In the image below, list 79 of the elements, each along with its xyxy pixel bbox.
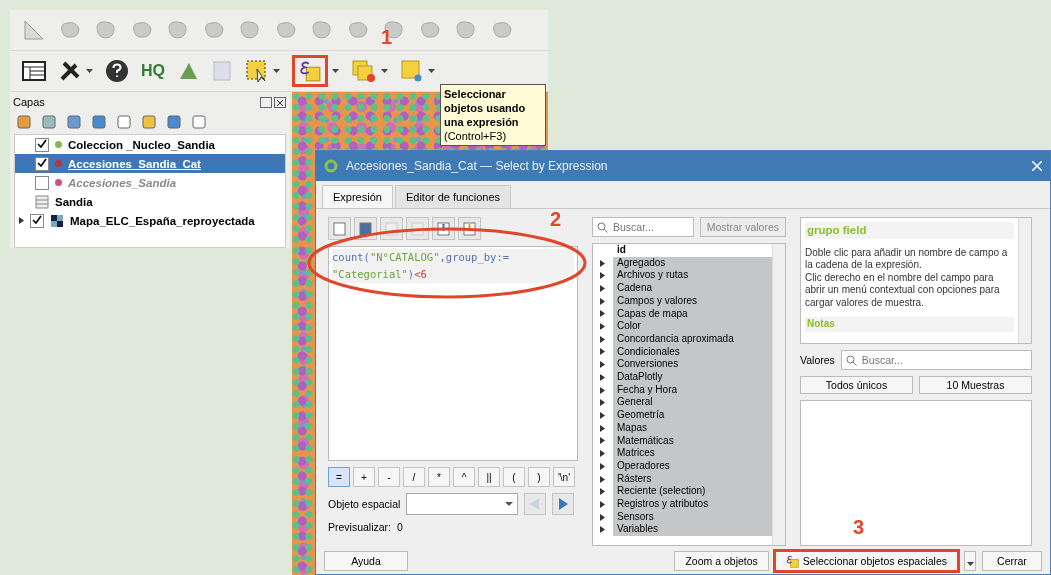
table-layer-icon [35,194,49,209]
field-label: Objeto espacial [328,498,401,510]
float-close-icons[interactable] [260,96,286,108]
panel-title: Capas [13,96,45,108]
dropdown-arrow-button[interactable] [964,551,976,571]
annotation-number: 2 [550,208,562,231]
left-arrow-icon [530,498,541,510]
select-by-expression-button[interactable] [292,55,328,87]
select-rectangle-icon[interactable] [245,59,269,83]
values-button[interactable]: 10 Muestras [919,376,1032,394]
forward-icon [385,221,398,236]
close-button[interactable]: Cerrar [982,551,1042,571]
tab[interactable]: Expresión [322,185,393,208]
caret-icon[interactable] [332,69,339,73]
help-title: grupo field [805,222,1014,239]
scrollbar[interactable] [1018,218,1031,343]
notes-heading: Notas [805,317,1014,332]
upload-icon [463,221,476,236]
scrollbar[interactable] [772,244,785,545]
download-button[interactable] [432,217,455,240]
caret-icon[interactable] [86,69,93,73]
caret-icon [966,561,974,566]
expression-select-icon[interactable] [299,60,321,82]
preview-value: 0 [397,521,403,533]
layer-row[interactable]: Accesiones_Sandia_Cat [15,154,285,173]
caret-icon[interactable] [273,69,280,73]
caret-icon [505,502,514,506]
operator-button[interactable]: ) [528,467,550,487]
right-arrow-icon [558,498,569,510]
layer-row[interactable]: Sandia [15,192,285,211]
values-button[interactable]: Todos únicos [800,376,913,394]
annotation-number: 1 [381,26,393,49]
upload-button[interactable] [458,217,481,240]
caret-icon[interactable] [381,69,388,73]
operator-button[interactable]: - [378,467,400,487]
next-button[interactable] [552,493,575,515]
help-icon[interactable] [105,59,129,83]
select-features-button[interactable]: Seleccionar objetos espaciales [774,551,958,571]
checkbox[interactable] [35,175,49,190]
help-button[interactable]: Ayuda [324,551,408,571]
annotation-number: 3 [853,516,865,539]
preview-label: Previsualizar: [328,521,392,533]
layer-row[interactable]: Accesiones_Sandia [15,173,285,192]
zoom-button[interactable]: Zoom a objetos [674,551,769,571]
new-file-icon [333,221,346,236]
help-text: Doble clic para añadir un nombre de campo a la cadena de la expresión. Clic derecho en el nombre del campo para abrir un menú contextual con opciones para cargar valores de muestra. [805,246,1009,309]
tooltip: Seleccionar objetos usando una expresión (Control+F3) [440,84,546,146]
raster-layer-icon [50,213,64,228]
delete-icon [411,221,424,236]
expression-editor[interactable]: count("N°CATALOG",group_by:= "Categorial")<6 [328,246,578,461]
checkbox[interactable] [35,137,49,152]
expand-arrow-icon[interactable] [19,217,24,224]
values-search-field[interactable]: Buscar... [840,350,1032,370]
operator-button[interactable]: || [478,467,500,487]
operator-button[interactable]: = [328,467,350,487]
app-logo-icon [324,159,338,173]
values-label: Valores [800,354,835,366]
layer-row[interactable]: Coleccion _Nucleo_Sandia [15,135,285,154]
tab[interactable]: Editor de funciones [394,185,512,208]
select-by-location-icon[interactable] [351,59,377,83]
plugin-logo[interactable]: HQ [141,62,165,80]
new-file-button[interactable] [328,217,351,240]
expression-select-icon[interactable] [785,554,799,568]
operator-button[interactable]: ( [503,467,525,487]
operator-button[interactable]: '\n' [553,467,575,487]
window-title: Accesiones_Sandia_Cat — Select by Expression [346,159,609,173]
close-icon[interactable] [1032,161,1042,171]
attribute-table-icon[interactable] [22,61,46,81]
checkbox[interactable] [30,213,44,228]
checkbox[interactable] [35,156,49,171]
save-icon [359,221,372,236]
search-field[interactable]: Buscar... [592,217,694,237]
download-icon [437,221,450,236]
operator-button[interactable]: ^ [453,467,475,487]
operator-button[interactable]: * [428,467,450,487]
operator-button[interactable]: + [353,467,375,487]
operator-button[interactable]: / [403,467,425,487]
layer-row[interactable]: Mapa_ELC_España_reproyectada [15,211,285,230]
caret-icon[interactable] [428,69,435,73]
